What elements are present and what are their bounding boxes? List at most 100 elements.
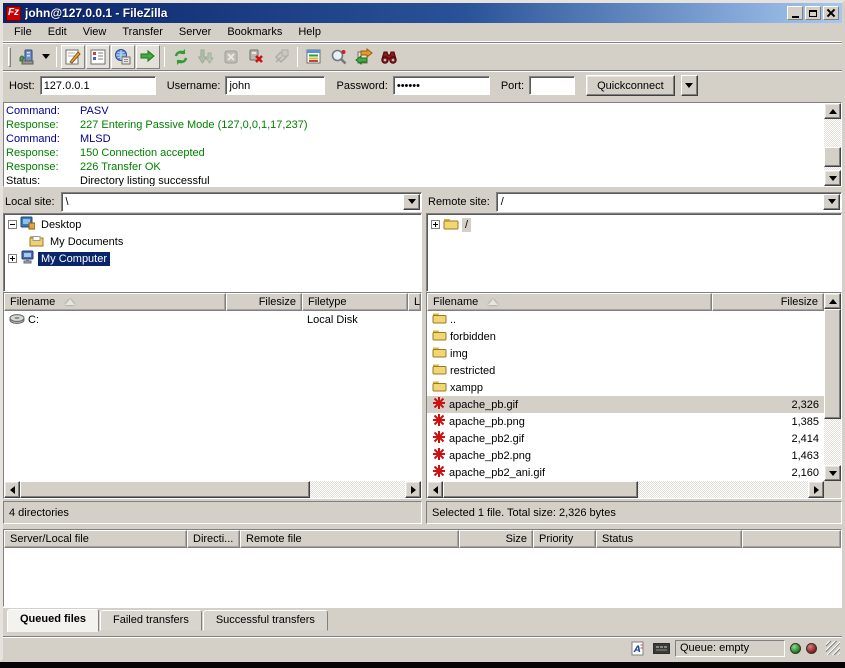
collapse-icon[interactable]	[8, 220, 17, 229]
tab-queued-files[interactable]: Queued files	[7, 609, 99, 632]
combo-dropdown-button[interactable]	[403, 194, 420, 210]
scrollbar-thumb[interactable]	[20, 481, 310, 498]
scrollbar-thumb[interactable]	[824, 147, 841, 167]
scrollbar-thumb[interactable]	[443, 481, 638, 498]
find-files-button[interactable]	[377, 45, 401, 69]
column-header-server-local-file[interactable]: Server/Local file	[4, 530, 187, 548]
transfer-queue: Server/Local file Directi... Remote file…	[3, 529, 842, 607]
directory-comparison-button[interactable]	[327, 45, 351, 69]
toggle-message-log-button[interactable]	[61, 45, 85, 69]
remote-status-text: Selected 1 file. Total size: 2,326 bytes	[426, 501, 842, 524]
tree-item-root[interactable]: /	[431, 216, 841, 233]
column-header-direction[interactable]: Directi...	[187, 530, 240, 548]
quickconnect-button[interactable]: Quickconnect	[586, 75, 675, 96]
scrollbar-thumb[interactable]	[824, 309, 841, 419]
local-site-combobox[interactable]: \	[61, 192, 422, 212]
queue-body[interactable]	[4, 548, 841, 606]
remote-file-row[interactable]: apache_pb2.gif 2,414	[427, 430, 824, 447]
log-entry: Response:226 Transfer OK	[6, 160, 821, 174]
column-header-lastmodified[interactable]: L	[408, 293, 421, 311]
refresh-button[interactable]	[169, 45, 193, 69]
remote-file-row[interactable]: apache_pb.png 1,385	[427, 413, 824, 430]
cancel-button[interactable]	[219, 45, 243, 69]
apache-feather-icon	[432, 413, 446, 430]
queue-header: Server/Local file Directi... Remote file…	[4, 530, 841, 548]
column-header-priority[interactable]: Priority	[533, 530, 596, 548]
column-header-size[interactable]: Size	[459, 530, 533, 548]
filter-button[interactable]	[302, 45, 326, 69]
combo-dropdown-button[interactable]	[823, 194, 840, 210]
maximize-button[interactable]	[805, 6, 821, 20]
quickconnect-dropdown[interactable]	[681, 75, 698, 96]
toggle-local-tree-button[interactable]	[86, 45, 110, 69]
local-pane: Local site: \ Desktop My Documents	[3, 191, 422, 524]
resize-grip[interactable]	[826, 641, 840, 655]
scroll-down-button[interactable]	[824, 465, 841, 481]
remote-file-row[interactable]: apache_pb2_ani.gif 2,160	[427, 464, 824, 481]
log-vertical-scrollbar[interactable]	[824, 103, 841, 186]
apache-feather-icon	[432, 396, 446, 413]
column-header-filesize[interactable]: Filesize	[226, 293, 302, 311]
transfer-type-ascii-icon[interactable]: A	[629, 640, 647, 656]
remote-directory-tree: /	[426, 213, 842, 292]
menu-edit[interactable]: Edit	[41, 24, 74, 40]
scroll-left-button[interactable]	[427, 481, 443, 498]
password-input[interactable]	[393, 76, 490, 95]
expand-icon[interactable]	[431, 220, 440, 229]
toggle-transfer-queue-button[interactable]	[136, 45, 160, 69]
tree-item-desktop[interactable]: Desktop	[8, 216, 421, 233]
column-header-filesize[interactable]: Filesize	[712, 293, 824, 311]
filter-icon	[305, 48, 323, 66]
binoculars-icon	[380, 48, 398, 66]
remote-vertical-scrollbar[interactable]	[824, 293, 841, 481]
remote-file-row[interactable]: restricted	[427, 362, 824, 379]
remote-file-row[interactable]: img	[427, 345, 824, 362]
tree-item-my-documents[interactable]: My Documents	[8, 233, 421, 250]
process-queue-button[interactable]	[194, 45, 218, 69]
scroll-up-button[interactable]	[824, 103, 841, 119]
menu-view[interactable]: View	[76, 24, 114, 40]
menu-file[interactable]: File	[7, 24, 39, 40]
remote-horizontal-scrollbar[interactable]	[427, 481, 824, 498]
host-input[interactable]	[40, 76, 156, 95]
toolbar-grip[interactable]	[8, 47, 11, 67]
column-header-remote-file[interactable]: Remote file	[240, 530, 459, 548]
remote-file-row[interactable]: forbidden	[427, 328, 824, 345]
remote-file-row[interactable]: apache_pb2.png 1,463	[427, 447, 824, 464]
column-header-filename[interactable]: Filename	[427, 293, 712, 311]
port-input[interactable]	[529, 76, 575, 95]
scroll-down-button[interactable]	[824, 170, 841, 186]
menu-server[interactable]: Server	[172, 24, 218, 40]
remote-site-combobox[interactable]: /	[496, 192, 842, 212]
toggle-remote-tree-button[interactable]	[111, 45, 135, 69]
remote-file-row-selected[interactable]: apache_pb.gif 2,326	[427, 396, 824, 413]
desktop-icon	[20, 216, 35, 233]
menu-transfer[interactable]: Transfer	[115, 24, 170, 40]
column-header-filename[interactable]: Filename	[4, 293, 226, 311]
remote-file-row[interactable]: xampp	[427, 379, 824, 396]
tree-item-my-computer[interactable]: My Computer	[8, 250, 421, 267]
site-manager-button[interactable]	[15, 45, 39, 69]
tab-successful-transfers[interactable]: Successful transfers	[203, 610, 328, 631]
local-file-row[interactable]: C: Local Disk	[4, 311, 421, 328]
synchronized-browsing-button[interactable]	[352, 45, 376, 69]
encryption-indicator-icon[interactable]	[652, 640, 670, 656]
remote-file-row[interactable]: ..	[427, 311, 824, 328]
scroll-left-button[interactable]	[4, 481, 20, 498]
username-input[interactable]	[225, 76, 325, 95]
menu-help[interactable]: Help	[291, 24, 328, 40]
scroll-right-button[interactable]	[808, 481, 824, 498]
tab-failed-transfers[interactable]: Failed transfers	[100, 610, 202, 631]
expand-icon[interactable]	[8, 254, 17, 263]
menu-bookmarks[interactable]: Bookmarks	[220, 24, 289, 40]
local-horizontal-scrollbar[interactable]	[4, 481, 421, 498]
site-manager-dropdown[interactable]	[40, 45, 52, 69]
scroll-up-button[interactable]	[824, 293, 841, 309]
minimize-button[interactable]	[787, 6, 803, 20]
close-button[interactable]	[823, 6, 839, 20]
scroll-right-button[interactable]	[405, 481, 421, 498]
column-header-status[interactable]: Status	[596, 530, 742, 548]
disconnect-button[interactable]	[244, 45, 268, 69]
reconnect-button[interactable]	[269, 45, 293, 69]
column-header-filetype[interactable]: Filetype	[302, 293, 408, 311]
